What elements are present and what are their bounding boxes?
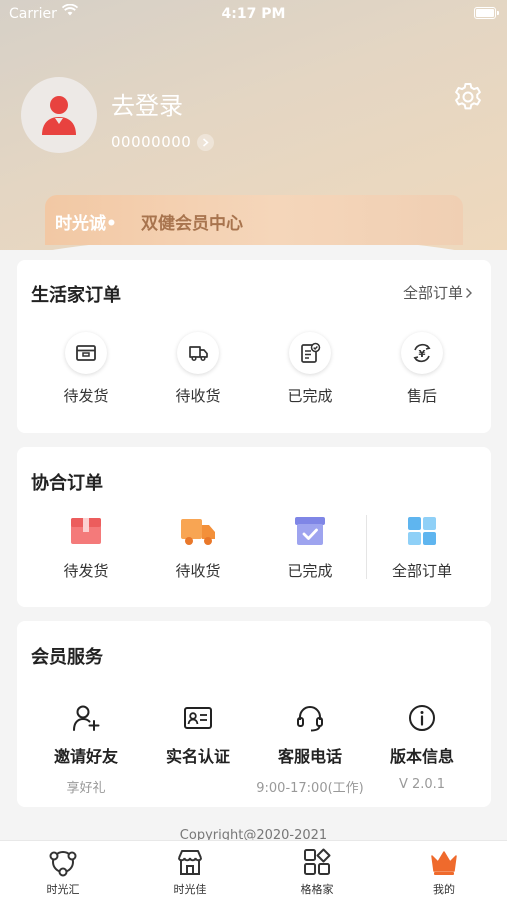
- order-label: 待收货: [175, 387, 221, 405]
- tab-label: 格格家: [300, 883, 334, 896]
- life-orders-card: 生活家订单 全部订单 待发货 待收货 已完成 ¥ 售后: [17, 260, 491, 433]
- box-icon: [65, 332, 107, 374]
- yuan-refresh-icon: ¥: [401, 332, 443, 374]
- svg-text:¥: ¥: [419, 349, 426, 360]
- add-user-icon: [71, 703, 101, 733]
- service-title: 实名认证: [165, 747, 230, 766]
- blue-grid-icon: [404, 513, 440, 549]
- purple-done-box-icon: [292, 513, 328, 549]
- order-label: 待收货: [175, 562, 221, 580]
- circle-nodes-icon: [49, 851, 77, 877]
- order-label: 已完成: [287, 562, 333, 580]
- order-label: 全部订单: [391, 562, 452, 580]
- battery-icon: [474, 7, 499, 19]
- coop-orders-title: 协合订单: [31, 473, 103, 494]
- headset-icon: [295, 703, 325, 733]
- service-subtitle: 享好礼: [66, 781, 106, 796]
- chevron-right-icon[interactable]: [197, 134, 214, 151]
- tab-label: 我的: [433, 883, 455, 896]
- status-bar: Carrier 4:17 PM: [0, 0, 507, 28]
- order-label: 待发货: [63, 562, 109, 580]
- tab-gegejia[interactable]: 格格家: [254, 847, 380, 897]
- service-real-name[interactable]: 实名认证: [142, 703, 254, 777]
- user-id: 00000000: [111, 133, 192, 151]
- tab-shiguanghui[interactable]: 时光汇: [0, 847, 126, 897]
- coop-completed[interactable]: 已完成: [254, 513, 366, 581]
- service-subtitle: 9:00-17:00(工作): [256, 781, 364, 796]
- order-completed[interactable]: 已完成: [254, 332, 366, 406]
- member-brand: 时光诚•: [55, 214, 117, 234]
- service-version-info[interactable]: 版本信息 V 2.0.1: [366, 703, 478, 792]
- all-orders-link[interactable]: 全部订单: [403, 282, 473, 303]
- member-center-banner[interactable]: 时光诚• 双健会员中心: [45, 195, 463, 245]
- coop-all-orders[interactable]: 全部订单: [366, 513, 478, 581]
- coop-pending-receive[interactable]: 待收货: [142, 513, 254, 581]
- service-invite-friends[interactable]: 邀请好友 享好礼: [30, 703, 142, 796]
- tab-mine[interactable]: 我的: [381, 847, 507, 897]
- order-pending-ship[interactable]: 待发货: [30, 332, 142, 406]
- tab-bar: 时光汇 时光佳 格格家 我的: [0, 840, 507, 901]
- checklist-icon: [289, 332, 331, 374]
- member-services-card: 会员服务 邀请好友 享好礼 实名认证 客服电话 9:00-17:00(工作) 版…: [17, 621, 491, 807]
- service-subtitle: V 2.0.1: [398, 777, 446, 792]
- crown-icon: [431, 851, 457, 875]
- tab-label: 时光佳: [173, 883, 207, 896]
- service-customer-phone[interactable]: 客服电话 9:00-17:00(工作): [254, 703, 366, 796]
- info-icon: [407, 703, 437, 733]
- service-title: 客服电话: [277, 747, 342, 766]
- life-orders-title: 生活家订单: [31, 285, 121, 306]
- grid-apps-icon: [304, 848, 331, 875]
- orange-truck-icon: [180, 513, 216, 549]
- tab-label: 时光汇: [46, 883, 80, 896]
- tab-shiguangjia[interactable]: 时光佳: [127, 847, 253, 897]
- order-after-sales[interactable]: ¥ 售后: [366, 332, 478, 406]
- order-label: 已完成: [287, 387, 333, 405]
- settings-gear-icon[interactable]: [452, 81, 484, 113]
- coop-pending-ship[interactable]: 待发货: [30, 513, 142, 581]
- order-pending-receive[interactable]: 待收货: [142, 332, 254, 406]
- id-card-icon: [183, 703, 213, 733]
- member-center-label: 双健会员中心: [141, 214, 243, 234]
- store-icon: [178, 850, 202, 875]
- avatar[interactable]: [21, 77, 97, 153]
- user-avatar-icon: [42, 96, 76, 135]
- chevron-right-icon: [466, 288, 472, 298]
- clock: 4:17 PM: [221, 6, 286, 22]
- service-title: 版本信息: [389, 747, 454, 766]
- order-label: 售后: [406, 387, 437, 405]
- member-services-title: 会员服务: [31, 647, 103, 668]
- service-title: 邀请好友: [53, 747, 118, 766]
- coop-orders-card: 协合订单 待发货 待收货 已完成 全部订单: [17, 447, 491, 607]
- login-link[interactable]: 去登录: [111, 86, 183, 121]
- red-package-icon: [68, 513, 104, 549]
- order-label: 待发货: [63, 387, 109, 405]
- truck-icon: [177, 332, 219, 374]
- all-orders-label: 全部订单: [402, 284, 463, 302]
